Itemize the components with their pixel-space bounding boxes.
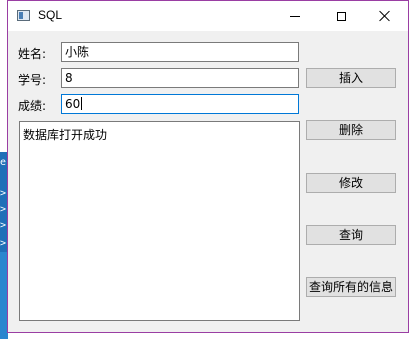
app-window-icon bbox=[17, 10, 30, 21]
score-label: 成绩: bbox=[18, 99, 47, 113]
maximize-icon bbox=[336, 11, 346, 21]
student-id-field[interactable]: 8 bbox=[61, 68, 299, 88]
output-message: 数据库打开成功 bbox=[23, 128, 108, 142]
close-button[interactable] bbox=[362, 1, 408, 31]
query-all-button[interactable]: 查询所有的信息 bbox=[306, 277, 396, 297]
score-field[interactable]: 60 bbox=[61, 94, 299, 114]
minimize-icon bbox=[290, 15, 300, 17]
text-caret bbox=[81, 97, 83, 110]
minimize-button[interactable] bbox=[272, 1, 318, 31]
update-button[interactable]: 修改 bbox=[306, 173, 396, 193]
insert-button[interactable]: 插入 bbox=[306, 68, 396, 88]
delete-button[interactable]: 删除 bbox=[306, 120, 396, 140]
name-field-value: 小陈 bbox=[65, 45, 90, 59]
name-field[interactable]: 小陈 bbox=[61, 42, 299, 62]
query-button[interactable]: 查询 bbox=[306, 225, 396, 245]
student-id-label: 学号: bbox=[18, 73, 47, 87]
close-icon bbox=[379, 10, 391, 22]
name-label: 姓名: bbox=[18, 47, 47, 61]
title-bar[interactable]: SQL bbox=[8, 1, 408, 31]
sql-window: SQL 姓名: 小陈 学号: 8 成绩: 60 数据库打开成功 插入 删除 修改… bbox=[7, 0, 409, 333]
score-field-value: 60 bbox=[65, 97, 81, 111]
maximize-button[interactable] bbox=[318, 1, 364, 31]
window-title: SQL bbox=[38, 8, 63, 22]
student-id-field-value: 8 bbox=[65, 71, 73, 85]
output-text-area[interactable]: 数据库打开成功 bbox=[19, 121, 300, 321]
